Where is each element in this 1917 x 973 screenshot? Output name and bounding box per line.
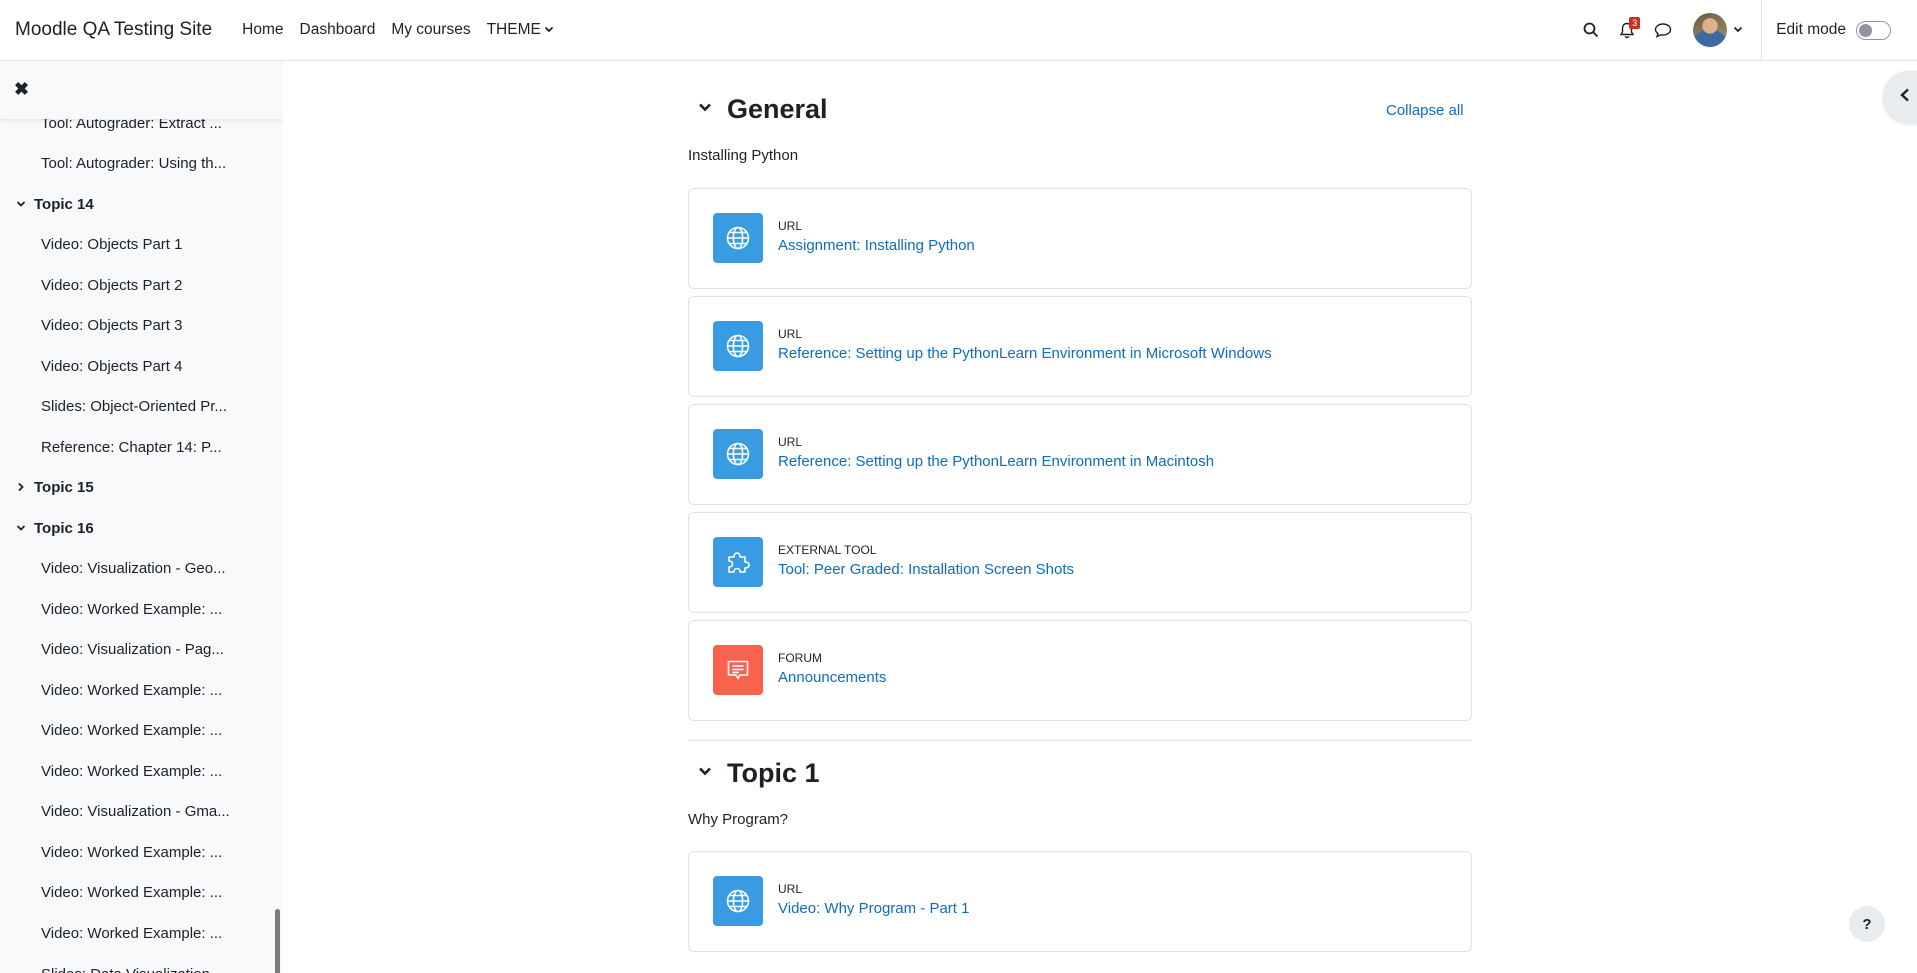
activity-card: URL Reference: Setting up the PythonLearn…: [688, 404, 1472, 505]
section-summary: Why Program?: [688, 811, 789, 828]
section-header-topic-1: Topic 1: [697, 758, 820, 789]
section-title[interactable]: General: [727, 94, 828, 125]
nav-dashboard[interactable]: Dashboard: [300, 21, 376, 39]
drawer-item[interactable]: Video: Objects Part 3: [41, 317, 236, 334]
drawer-item[interactable]: Video: Visualization - Geo...: [41, 560, 236, 577]
drawer-item[interactable]: Reference: Chapter 14: P...: [41, 439, 236, 456]
drawer-item[interactable]: Video: Visualization - Pag...: [41, 641, 236, 658]
drawer-section-topic-14[interactable]: Topic 14: [16, 196, 94, 213]
drawer-item[interactable]: Tool: Autograder: Using th...: [41, 155, 236, 172]
drawer-item[interactable]: Video: Objects Part 1: [41, 236, 236, 253]
collapse-all-link[interactable]: Collapse all: [1386, 102, 1464, 119]
globe-icon[interactable]: [713, 321, 763, 371]
globe-icon[interactable]: [713, 876, 763, 926]
section-collapse-chevron-icon[interactable]: [697, 763, 713, 784]
chevron-down-icon[interactable]: [16, 198, 34, 212]
drawer-item[interactable]: Video: Worked Example: ...: [41, 925, 236, 942]
navbar-divider: [1761, 0, 1763, 60]
drawer-item[interactable]: Video: Objects Part 4: [41, 358, 236, 375]
edit-mode-label: Edit mode: [1776, 21, 1846, 38]
notification-count-badge: 3: [1629, 17, 1641, 29]
activity-link[interactable]: Reference: Setting up the PythonLearn En…: [778, 453, 1214, 470]
activity-card: URL Reference: Setting up the PythonLearn…: [688, 296, 1472, 397]
nav-home[interactable]: Home: [242, 21, 283, 39]
section-title[interactable]: Topic 1: [727, 758, 820, 789]
open-block-drawer-button[interactable]: [1883, 71, 1917, 123]
drawer-section-label: Topic 16: [34, 520, 94, 537]
chevron-down-icon[interactable]: [16, 522, 34, 536]
activity-type: URL: [778, 327, 803, 341]
drawer-section-label: Topic 14: [34, 196, 94, 213]
drawer-scrollbar[interactable]: [275, 909, 280, 973]
globe-icon[interactable]: [713, 429, 763, 479]
navbar-right: 3 Edit mode: [1573, 0, 1917, 60]
activity-type: URL: [778, 882, 803, 896]
drawer-item[interactable]: Video: Worked Example: ...: [41, 844, 236, 861]
forum-icon[interactable]: [713, 645, 763, 695]
activity-card: URL Assignment: Installing Python: [688, 188, 1472, 289]
nav-theme-label: THEME: [486, 21, 541, 38]
activity-card: Forum Announcements: [688, 620, 1472, 721]
drawer-section-topic-16[interactable]: Topic 16: [16, 520, 94, 537]
section-divider: [688, 740, 1472, 741]
nav-my-courses[interactable]: My courses: [391, 21, 470, 39]
drawer-item[interactable]: Slides: Object-Oriented Pr...: [41, 398, 236, 415]
chevron-left-icon: [1899, 88, 1911, 106]
drawer-header: ✖: [0, 61, 283, 119]
drawer-item[interactable]: Video: Worked Example: ...: [41, 763, 236, 780]
drawer-section-label: Topic 15: [34, 479, 94, 496]
chevron-right-icon[interactable]: [16, 481, 34, 495]
drawer-item[interactable]: Video: Objects Part 2: [41, 277, 236, 294]
activity-type: URL: [778, 219, 803, 233]
site-name[interactable]: Moodle QA Testing Site: [15, 19, 212, 41]
primary-navigation: Home Dashboard My courses THEME: [234, 0, 562, 60]
nav-theme-menu[interactable]: THEME: [487, 21, 554, 39]
globe-icon[interactable]: [713, 213, 763, 263]
drawer-item[interactable]: Video: Visualization - Gma...: [41, 803, 236, 820]
notifications-bell-icon[interactable]: 3: [1612, 15, 1642, 45]
activity-link[interactable]: Announcements: [778, 669, 886, 686]
puzzle-icon[interactable]: [713, 537, 763, 587]
course-index-drawer: ✖ Tool: Autograder: Extract ... Tool: Aut…: [0, 61, 283, 973]
close-drawer-icon[interactable]: ✖: [14, 79, 29, 100]
user-menu-chevron-down-icon[interactable]: [1733, 24, 1743, 37]
drawer-item[interactable]: Video: Worked Example: ...: [41, 722, 236, 739]
help-button[interactable]: ?: [1849, 906, 1885, 942]
section-summary: Installing Python: [688, 147, 799, 164]
section-collapse-chevron-icon[interactable]: [697, 99, 713, 120]
activity-type: External tool: [778, 543, 877, 557]
activity-type: URL: [778, 435, 803, 449]
activity-card: URL Video: Why Program - Part 1: [688, 851, 1472, 952]
activity-link[interactable]: Assignment: Installing Python: [778, 237, 975, 254]
activity-card: External tool Tool: Peer Graded: Installa…: [688, 512, 1472, 613]
drawer-item[interactable]: Video: Worked Example: ...: [41, 884, 236, 901]
search-icon[interactable]: [1576, 15, 1606, 45]
drawer-section-topic-15[interactable]: Topic 15: [16, 479, 94, 496]
activity-link[interactable]: Reference: Setting up the PythonLearn En…: [778, 345, 1272, 362]
top-navbar: Moodle QA Testing Site Home Dashboard My…: [0, 0, 1917, 61]
activity-link[interactable]: Video: Why Program - Part 1: [778, 900, 969, 917]
activity-link[interactable]: Tool: Peer Graded: Installation Screen S…: [778, 561, 1074, 578]
section-header-general: General: [697, 94, 828, 125]
user-avatar[interactable]: [1693, 13, 1728, 47]
chevron-down-icon: [544, 24, 554, 37]
edit-mode-toggle[interactable]: [1856, 20, 1891, 40]
messages-icon[interactable]: [1648, 15, 1678, 45]
activity-type: Forum: [778, 651, 822, 665]
drawer-item[interactable]: Video: Worked Example: ...: [41, 601, 236, 618]
drawer-item[interactable]: Video: Worked Example: ...: [41, 682, 236, 699]
drawer-item[interactable]: Slides: Data Visualization: [41, 966, 236, 973]
